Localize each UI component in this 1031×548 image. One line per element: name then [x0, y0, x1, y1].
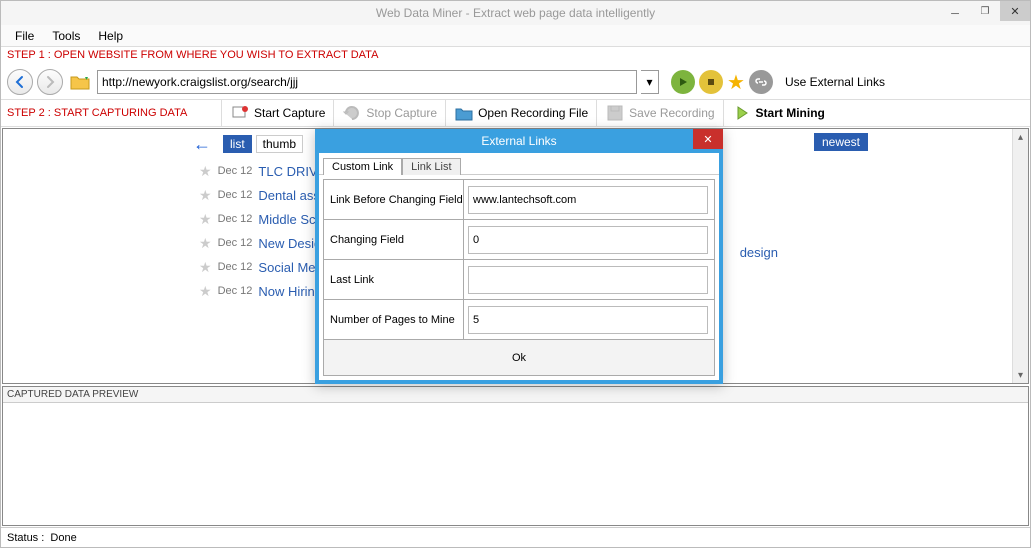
save-icon — [605, 103, 625, 123]
sort-newest-button[interactable]: newest — [814, 133, 868, 151]
star-icon[interactable]: ★ — [199, 211, 212, 228]
title-bar: Web Data Miner - Extract web page data i… — [1, 1, 1030, 25]
url-input[interactable] — [97, 70, 637, 94]
last-link-input[interactable] — [468, 266, 708, 294]
stop-button[interactable] — [699, 70, 723, 94]
dialog-close-button[interactable]: ✕ — [693, 129, 723, 149]
capture-toolbar: STEP 2 : START CAPTURING DATA Start Capt… — [1, 99, 1030, 127]
stop-capture-icon — [342, 103, 362, 123]
dialog-tabs: Custom Link Link List — [319, 153, 719, 175]
last-link-label: Last Link — [324, 260, 464, 300]
num-pages-input[interactable] — [468, 306, 708, 334]
result-date: Dec 12 — [218, 165, 253, 177]
result-date: Dec 12 — [218, 285, 253, 297]
preview-header: CAPTURED DATA PREVIEW — [3, 387, 1028, 403]
minimize-button[interactable] — [940, 1, 970, 21]
window-title: Web Data Miner - Extract web page data i… — [376, 6, 655, 20]
tag-link[interactable]: design — [740, 245, 778, 260]
link-before-label: Link Before Changing Field — [324, 180, 464, 220]
save-recording-button[interactable]: Save Recording — [596, 100, 722, 126]
start-mining-button[interactable]: Start Mining — [723, 100, 833, 126]
stop-capture-button[interactable]: Stop Capture — [333, 100, 445, 126]
star-icon[interactable]: ★ — [199, 163, 212, 180]
step1-label: STEP 1 : OPEN WEBSITE FROM WHERE YOU WIS… — [1, 47, 1030, 65]
dialog-form: Link Before Changing Field Changing Fiel… — [319, 175, 719, 380]
dialog-title-bar[interactable]: External Links ✕ — [315, 129, 723, 153]
use-external-links-label[interactable]: Use External Links — [777, 75, 893, 89]
scroll-up-icon[interactable]: ▴ — [1013, 129, 1029, 145]
svg-text:▾: ▾ — [85, 76, 88, 82]
scrollbar[interactable]: ▴ ▾ — [1012, 129, 1028, 383]
menu-tools[interactable]: Tools — [44, 27, 88, 45]
open-folder-button[interactable]: ▾ — [67, 69, 93, 95]
result-date: Dec 12 — [218, 261, 253, 273]
changing-field-input[interactable] — [468, 226, 708, 254]
dialog-title: External Links — [481, 134, 556, 148]
ok-button[interactable]: Ok — [504, 352, 534, 364]
result-date: Dec 12 — [218, 189, 253, 201]
tab-custom-link[interactable]: Custom Link — [323, 158, 402, 175]
link-before-input[interactable] — [468, 186, 708, 214]
nav-back-button[interactable] — [7, 69, 33, 95]
captured-data-preview: CAPTURED DATA PREVIEW — [2, 386, 1029, 526]
step2-label: STEP 2 : START CAPTURING DATA — [1, 107, 221, 119]
mining-icon — [732, 103, 752, 123]
page-back-arrow-icon[interactable]: ← — [193, 134, 219, 155]
star-icon[interactable]: ★ — [199, 235, 212, 252]
menu-file[interactable]: File — [7, 27, 42, 45]
status-value: Done — [50, 532, 76, 544]
close-window-button[interactable] — [1000, 1, 1030, 21]
external-links-dialog: External Links ✕ Custom Link Link List L… — [315, 129, 723, 384]
favorite-icon[interactable]: ★ — [727, 70, 745, 95]
tab-link-list[interactable]: Link List — [402, 158, 460, 175]
status-label: Status : — [7, 532, 44, 544]
star-icon[interactable]: ★ — [199, 187, 212, 204]
star-icon[interactable]: ★ — [199, 283, 212, 300]
nav-forward-button[interactable] — [37, 69, 63, 95]
app-window: Web Data Miner - Extract web page data i… — [0, 0, 1031, 548]
view-thumb-button[interactable]: thumb — [256, 135, 303, 153]
status-bar: Status : Done — [1, 527, 1030, 547]
start-capture-button[interactable]: Start Capture — [221, 100, 333, 126]
go-button[interactable] — [671, 70, 695, 94]
url-toolbar: ▾ ▾ ★ Use External Links — [1, 65, 1030, 99]
num-pages-label: Number of Pages to Mine — [324, 300, 464, 340]
result-date: Dec 12 — [218, 237, 253, 249]
result-date: Dec 12 — [218, 213, 253, 225]
url-dropdown-button[interactable]: ▾ — [641, 70, 659, 94]
external-links-icon[interactable] — [749, 70, 773, 94]
window-controls — [940, 1, 1030, 21]
maximize-button[interactable] — [970, 1, 1000, 21]
open-recording-button[interactable]: Open Recording File — [445, 100, 596, 126]
menu-help[interactable]: Help — [90, 27, 131, 45]
scroll-down-icon[interactable]: ▾ — [1013, 367, 1029, 383]
view-list-button[interactable]: list — [223, 135, 252, 153]
star-icon[interactable]: ★ — [199, 259, 212, 276]
open-file-icon — [454, 103, 474, 123]
menu-bar: File Tools Help — [1, 25, 1030, 47]
capture-icon — [230, 103, 250, 123]
changing-field-label: Changing Field — [324, 220, 464, 260]
